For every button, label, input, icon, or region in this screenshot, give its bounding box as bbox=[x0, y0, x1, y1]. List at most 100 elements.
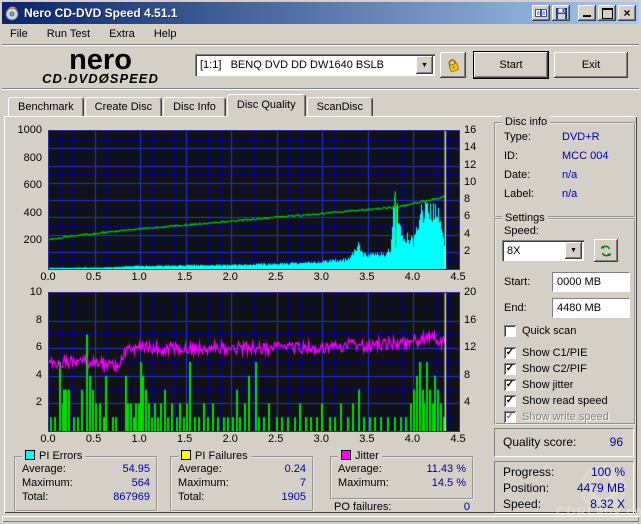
checkbox-quick-scan[interactable]: ✓Quick scan bbox=[504, 324, 576, 338]
quality-score-panel: Quality score: 96 bbox=[494, 428, 634, 457]
tab-create-disc[interactable]: Create Disc bbox=[84, 97, 163, 116]
axis-tick-label: 8 bbox=[35, 313, 42, 326]
axis-tick-label: 3.5 bbox=[359, 433, 375, 445]
close-button[interactable]: × bbox=[618, 5, 636, 21]
disc-type-label: Type: bbox=[504, 131, 531, 143]
toolbar: nero CD·DVDØSPEED [1:1] BENQ DVD DD DW16… bbox=[2, 46, 639, 89]
refresh-button[interactable] bbox=[594, 239, 618, 262]
menu-file[interactable]: File bbox=[2, 24, 36, 44]
axis-tick-label: 4.5 bbox=[450, 271, 466, 283]
pi-failures-legend-icon bbox=[181, 450, 191, 460]
disc-info-title: Disc info bbox=[502, 116, 551, 128]
position-label: Position: bbox=[503, 481, 550, 495]
progress-label: Progress: bbox=[503, 465, 555, 479]
exit-button-label: Exit bbox=[581, 59, 601, 71]
close-icon: × bbox=[623, 6, 631, 20]
checkbox-label: Show read speed bbox=[522, 395, 608, 407]
axis-tick-label: 3.0 bbox=[313, 271, 329, 283]
save-icon[interactable] bbox=[552, 5, 570, 21]
start-button[interactable]: Start bbox=[474, 52, 548, 78]
titlebar: Nero CD-DVD Speed 4.51.1 × bbox=[2, 2, 639, 24]
axis-tick-label: 0.0 bbox=[40, 433, 56, 445]
jitter-average: 11.43 % bbox=[426, 463, 466, 475]
exit-button[interactable]: Exit bbox=[554, 52, 628, 78]
nero-logo: nero CD·DVDØSPEED bbox=[18, 44, 183, 86]
axis-tick-label: 2.0 bbox=[222, 433, 238, 445]
axis-tick-label: 4.0 bbox=[404, 433, 421, 445]
jitter-statbox: Jitter Average: 11.43 % Maximum: 14.5 % bbox=[330, 450, 474, 500]
menu-extra[interactable]: Extra bbox=[101, 24, 143, 44]
settings-title: Settings bbox=[502, 212, 548, 224]
progress-panel: Progress: 100 % Position: 4479 MB Speed:… bbox=[494, 461, 634, 514]
dropdown-arrow-icon[interactable]: ▼ bbox=[416, 56, 433, 74]
po-failures-value: 0 bbox=[463, 501, 470, 513]
speed-label: Speed: bbox=[504, 225, 539, 237]
axis-tick-label: 3.5 bbox=[359, 271, 375, 283]
menu-run-test[interactable]: Run Test bbox=[39, 24, 98, 44]
axis-tick-label: 14 bbox=[464, 141, 477, 154]
pi-failures-maximum: 7 bbox=[299, 477, 306, 489]
pi-errors-chart: 1000 800 600 400 200 16 14 12 10 8 6 4 2 0.0 0.5 1.0 1.5… bbox=[8, 124, 490, 286]
maximize-button[interactable] bbox=[598, 5, 616, 21]
pi-errors-total: 867969 bbox=[113, 491, 150, 503]
checkbox-show-write-speed: ✓ Show write speed bbox=[504, 410, 609, 423]
axis-tick-label: 6 bbox=[464, 210, 471, 223]
dropdown-arrow-icon[interactable]: ▼ bbox=[565, 242, 582, 259]
scan-start-value: 0000 MB bbox=[557, 276, 602, 288]
axis-tick-label: 1.5 bbox=[177, 271, 193, 283]
scan-end-value: 4480 MB bbox=[557, 302, 602, 314]
speed-readout-value: 8.32 X bbox=[590, 497, 625, 511]
checkbox-label: Show C1/PIE bbox=[522, 347, 588, 359]
pi-errors-statbox: PI Errors Average: 54.95 Maximum: 564 Tota… bbox=[14, 450, 158, 512]
quality-score-label: Quality score: bbox=[503, 435, 577, 449]
checkbox-show-jitter[interactable]: ✓ Show jitter bbox=[504, 378, 573, 392]
book-icon[interactable] bbox=[532, 5, 550, 21]
pi-errors-maximum: 564 bbox=[131, 477, 150, 489]
menu-help[interactable]: Help bbox=[146, 24, 185, 44]
axis-tick-label: 16 bbox=[464, 124, 477, 136]
pi-failures-average: 0.24 bbox=[284, 463, 306, 475]
speed-select[interactable]: 8X ▼ bbox=[502, 240, 584, 261]
tabstrip: Benchmark Create Disc Disc Info Disc Qualit… bbox=[8, 94, 374, 117]
tab-disc-info[interactable]: Disc Info bbox=[163, 97, 226, 116]
tab-disc-quality[interactable]: Disc Quality bbox=[226, 94, 306, 116]
checkbox-show-read-speed[interactable]: ✓ Show read speed bbox=[504, 394, 608, 408]
scan-end-input[interactable]: 4480 MB bbox=[552, 298, 630, 318]
start-button-label: Start bbox=[499, 59, 523, 71]
axis-tick-label: 400 bbox=[23, 206, 42, 219]
pi-errors-average: 54.95 bbox=[122, 463, 150, 475]
axis-tick-label: 3.0 bbox=[313, 433, 329, 445]
axis-tick-label: 4.5 bbox=[450, 433, 466, 445]
axis-tick-label: 8 bbox=[464, 368, 471, 381]
checkbox-show-c2-pif[interactable]: ✓ Show C2/PIF bbox=[504, 362, 587, 376]
axis-tick-label: 8 bbox=[464, 193, 471, 205]
drive-lock-button[interactable] bbox=[440, 52, 466, 78]
checkbox-label: Show write speed bbox=[522, 411, 609, 423]
pi-failures-statbox: PI Failures Average: 0.24 Maximum: 7 Total… bbox=[170, 450, 314, 512]
axis-tick-label: 4 bbox=[464, 396, 471, 409]
axis-tick-label: 1.0 bbox=[131, 271, 147, 283]
disc-date-value: n/a bbox=[562, 169, 578, 181]
scan-end-label: End: bbox=[504, 302, 527, 314]
pi-failures-total: 1905 bbox=[281, 491, 306, 503]
drive-selector[interactable]: [1:1] BENQ DVD DD DW1640 BSLB ▼ bbox=[195, 54, 435, 76]
tab-benchmark[interactable]: Benchmark bbox=[8, 97, 84, 116]
axis-tick-label: 2.5 bbox=[268, 271, 284, 283]
checkbox-show-c1-pie[interactable]: ✓ Show C1/PIE bbox=[504, 346, 587, 360]
axis-tick-label: 2.0 bbox=[222, 271, 238, 283]
axis-tick-label: 1000 bbox=[17, 124, 42, 136]
settings-group: Settings Speed: 8X ▼ Start: 0000 MB End:… bbox=[494, 212, 636, 425]
axis-tick-label: 6 bbox=[35, 341, 42, 354]
chart-canvas bbox=[48, 130, 460, 270]
axis-tick-label: 600 bbox=[23, 179, 42, 192]
scan-start-input[interactable]: 0000 MB bbox=[552, 272, 630, 292]
minimize-button[interactable] bbox=[578, 5, 596, 21]
nero-logo-title: nero bbox=[69, 44, 132, 76]
disc-label-label: Label: bbox=[504, 188, 534, 200]
axis-tick-label: 4.0 bbox=[404, 271, 421, 283]
axis-tick-label: 10 bbox=[464, 175, 477, 188]
nero-logo-subtitle: CD·DVDØSPEED bbox=[42, 71, 159, 86]
menubar: File Run Test Extra Help bbox=[2, 24, 639, 45]
progress-value: 100 % bbox=[590, 465, 625, 479]
tab-scandisc[interactable]: ScanDisc bbox=[306, 97, 374, 116]
